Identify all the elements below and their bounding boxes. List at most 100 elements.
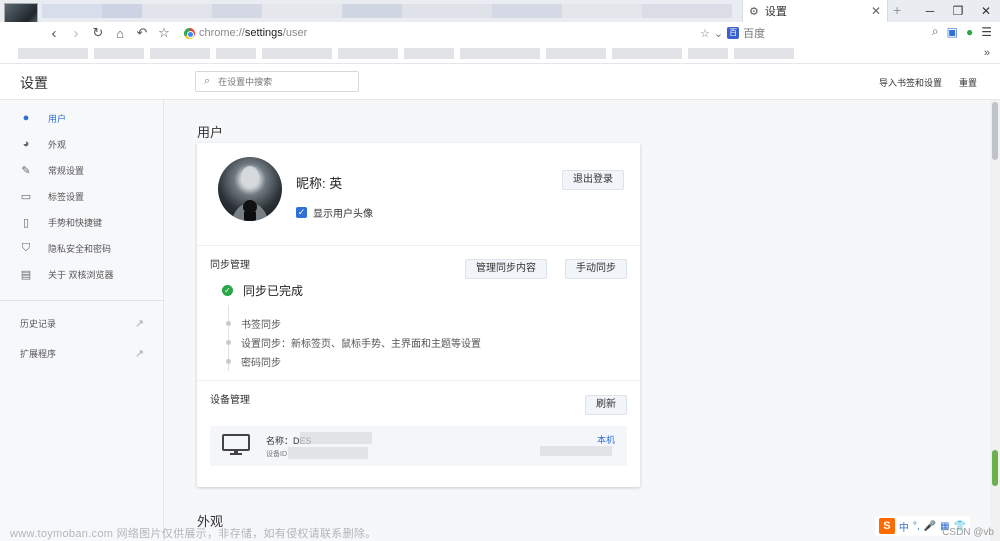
wrench-icon: ✎ bbox=[21, 164, 31, 177]
redacted-block bbox=[300, 432, 372, 444]
forward-icon[interactable]: › bbox=[65, 22, 87, 44]
scrollbar[interactable] bbox=[990, 100, 1000, 541]
blurred-bookmarks bbox=[18, 48, 794, 59]
sync-item-label: 设置同步：新标签页、鼠标手势、主界面和主题等设置 bbox=[241, 339, 481, 350]
reload-icon[interactable]: ↻ bbox=[87, 22, 109, 44]
nickname-value: 英 bbox=[329, 176, 343, 191]
logout-button[interactable]: 退出登录 bbox=[562, 170, 624, 190]
sogou-icon[interactable]: S bbox=[878, 518, 895, 534]
scrollbar-thumb[interactable] bbox=[992, 102, 998, 160]
settings-search[interactable]: ⌕ bbox=[195, 71, 359, 92]
window-controls: ─ ❐ ✕ bbox=[916, 0, 1000, 22]
tab-settings[interactable]: ⚙ 设置 ✕ bbox=[742, 0, 888, 22]
search-engine-label: 百度 bbox=[743, 28, 766, 40]
csdn-watermark: CSDN @vb bbox=[942, 527, 994, 538]
reset-link[interactable]: 重置 bbox=[959, 76, 977, 89]
sidebar-link-label: 历史记录 bbox=[20, 319, 57, 329]
url-host: settings bbox=[244, 27, 283, 39]
timeline-dot bbox=[226, 359, 231, 364]
restore-icon[interactable]: ❐ bbox=[944, 0, 972, 22]
sidebar-item-label: 外观 bbox=[48, 139, 67, 150]
url-scheme: chrome:// bbox=[199, 27, 245, 39]
main-content: 用户 昵称: 英 ✓ 显示用户头像 退出登录 同步管理 管理同步内容 手动同步 … bbox=[164, 100, 990, 541]
sidebar-item-label: 手势和快捷键 bbox=[48, 217, 103, 228]
search-engine-icon[interactable]: 百 bbox=[727, 27, 740, 39]
sync-status-text: 同步已完成 bbox=[243, 284, 304, 298]
person-icon: ● bbox=[22, 112, 30, 124]
sidebar-link-history[interactable]: 历史记录 ↗ bbox=[20, 317, 144, 330]
ime-mode-icon[interactable]: 中 bbox=[899, 519, 909, 534]
refresh-button[interactable]: 刷新 bbox=[585, 395, 627, 415]
minimize-icon[interactable]: ─ bbox=[916, 0, 944, 22]
sidebar-item-label: 用户 bbox=[48, 113, 67, 124]
device-row: 名称：DES 设备ID 本机 bbox=[210, 426, 627, 466]
back-icon[interactable]: ‹ bbox=[43, 22, 65, 44]
sync-item-label: 书签同步 bbox=[241, 320, 281, 331]
checkbox-checked-icon[interactable]: ✓ bbox=[296, 207, 307, 218]
watermark: www.toymoban.com 网络图片仅供展示，非存储，如有侵权请联系删除。 bbox=[10, 528, 377, 540]
menu-icon[interactable]: ☰ bbox=[981, 25, 992, 39]
scroll-indicator bbox=[992, 450, 998, 486]
sidebar-item-label: 标签设置 bbox=[48, 191, 85, 202]
translate-icon[interactable]: ▣ bbox=[947, 25, 958, 39]
show-avatar-label: 显示用户头像 bbox=[313, 209, 373, 220]
gear-icon: ⚙ bbox=[749, 5, 759, 18]
avatar bbox=[218, 157, 282, 221]
sidebar-item-privacy[interactable]: ⛉ 隐私安全和密码 bbox=[20, 240, 111, 256]
this-device-badge: 本机 bbox=[596, 435, 615, 445]
redacted-block bbox=[288, 447, 368, 459]
nickname-label: 昵称: bbox=[296, 176, 326, 191]
section-title-user: 用户 bbox=[197, 125, 224, 140]
bookmark-star-icon[interactable]: ☆ bbox=[700, 27, 710, 40]
more-bookmarks-icon[interactable]: » bbox=[984, 47, 990, 59]
sidebar-item-appearance[interactable]: ◕ 外观 bbox=[20, 136, 66, 152]
device-id: 设备ID bbox=[266, 451, 287, 458]
manage-sync-button[interactable]: 管理同步内容 bbox=[465, 259, 547, 279]
shield-check-icon[interactable]: ● bbox=[966, 25, 973, 39]
close-tab-icon[interactable]: ✕ bbox=[871, 4, 881, 18]
star-icon[interactable]: ☆ bbox=[153, 22, 175, 44]
mic-icon[interactable]: 🎤 bbox=[924, 521, 936, 532]
sidebar-item-general[interactable]: ✎ 常规设置 bbox=[20, 162, 84, 178]
devices-title: 设备管理 bbox=[210, 395, 250, 406]
url-field[interactable]: chrome://settings/user bbox=[184, 25, 307, 41]
page-title: 设置 bbox=[20, 75, 48, 91]
bookmarks-bar: » bbox=[0, 44, 1000, 64]
sync-item-label: 密码同步 bbox=[241, 358, 281, 369]
external-link-icon: ↗ bbox=[134, 348, 144, 360]
dropdown-icon[interactable]: ⌄ bbox=[714, 27, 723, 40]
sidebar-item-user[interactable]: ● 用户 bbox=[20, 110, 66, 126]
manual-sync-button[interactable]: 手动同步 bbox=[565, 259, 627, 279]
import-bookmarks-link[interactable]: 导入书签和设置 bbox=[879, 76, 942, 89]
sidebar-link-extensions[interactable]: 扩展程序 ↗ bbox=[20, 347, 144, 360]
chrome-logo-icon bbox=[184, 27, 195, 39]
tab-icon: ▭ bbox=[20, 190, 32, 203]
timeline-dot bbox=[226, 321, 231, 326]
mouse-icon: ▯ bbox=[22, 216, 30, 229]
ime-punct-icon[interactable]: °, bbox=[913, 521, 920, 532]
nickname: 昵称: 英 bbox=[296, 173, 342, 192]
external-link-icon: ↗ bbox=[134, 318, 144, 330]
info-doc-icon: ▤ bbox=[20, 268, 32, 281]
sidebar-item-about[interactable]: ▤ 关于 双核浏览器 bbox=[20, 266, 114, 282]
sidebar-item-gestures[interactable]: ▯ 手势和快捷键 bbox=[20, 214, 102, 230]
sidebar-item-label: 常规设置 bbox=[48, 165, 85, 176]
sync-status: ✓ 同步已完成 bbox=[222, 282, 303, 299]
sidebar: ● 用户 ◕ 外观 ✎ 常规设置 ▭ 标签设置 ▯ 手势和快捷键 ⛉ 隐私安全和… bbox=[0, 100, 164, 541]
new-tab-icon[interactable]: + bbox=[893, 2, 901, 18]
sidebar-item-tabs[interactable]: ▭ 标签设置 bbox=[20, 188, 84, 204]
divider bbox=[197, 245, 640, 246]
url-path: /user bbox=[282, 27, 308, 39]
search-input[interactable] bbox=[218, 76, 339, 87]
sidebar-divider bbox=[0, 300, 164, 301]
undo-icon[interactable]: ↶ bbox=[131, 22, 153, 44]
sidebar-item-label: 关于 双核浏览器 bbox=[48, 269, 114, 280]
home-icon[interactable]: ⌂ bbox=[109, 22, 131, 44]
close-window-icon[interactable]: ✕ bbox=[972, 0, 1000, 22]
sync-title: 同步管理 bbox=[210, 260, 250, 271]
divider bbox=[197, 380, 640, 381]
show-avatar-option[interactable]: ✓ 显示用户头像 bbox=[296, 205, 373, 220]
search-icon[interactable]: ⌕ bbox=[932, 24, 939, 39]
address-right: ☆ ⌄ 百 百度 bbox=[700, 25, 765, 41]
timeline-dot bbox=[226, 340, 231, 345]
